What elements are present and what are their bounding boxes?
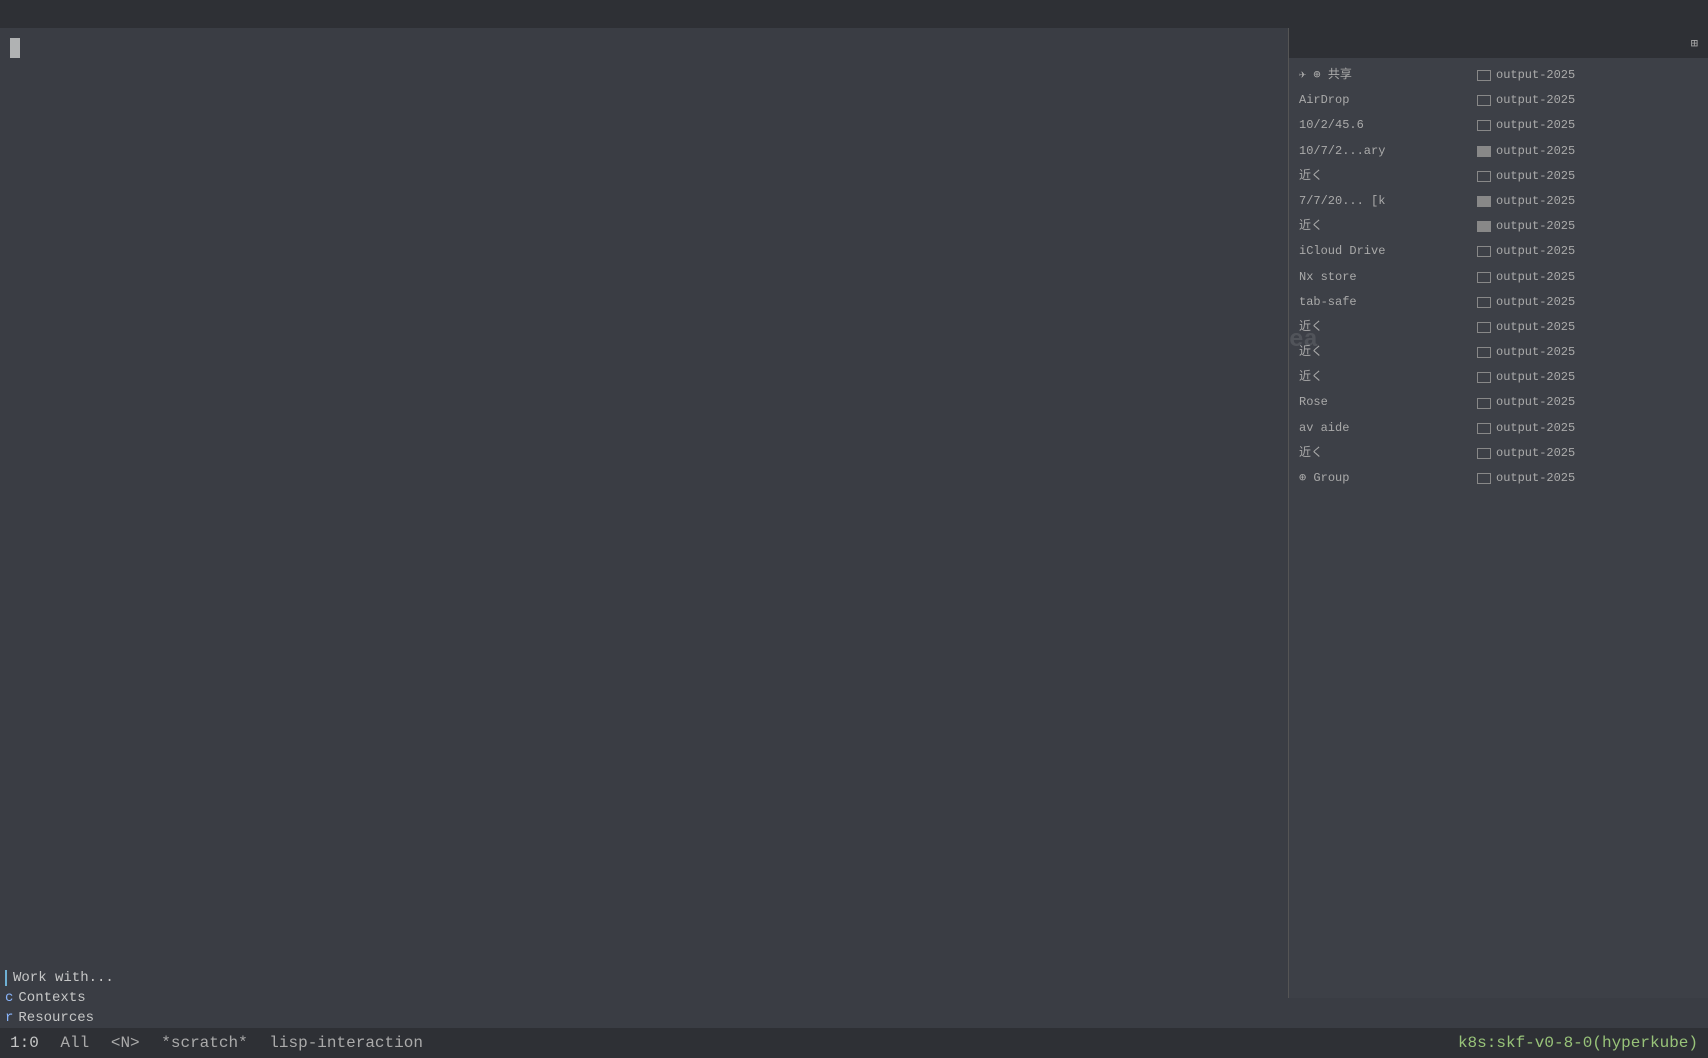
right-panel-header: ⊞ [1289, 28, 1708, 58]
output-item[interactable]: output-2025 [1469, 164, 1708, 189]
file-label: output-2025 [1496, 66, 1575, 85]
folder-item[interactable]: Nx store [1289, 265, 1469, 290]
file-icon [1477, 423, 1491, 434]
file-icon [1477, 70, 1491, 81]
menu-item-key: c [5, 990, 13, 1006]
menu-item-label: Contexts [18, 990, 85, 1006]
folder-item[interactable]: Rose [1289, 390, 1469, 415]
mini-cursor [5, 970, 13, 986]
status-sep4 [254, 1034, 264, 1052]
output-item[interactable]: output-2025 [1469, 63, 1708, 88]
output-item[interactable]: output-2025 [1469, 139, 1708, 164]
right-panel: ⊞ ✈ ⊕ 共享AirDrop10/2/45.610/7/2...ary近く7/… [1288, 28, 1708, 998]
output-item[interactable]: output-2025 [1469, 265, 1708, 290]
status-sep3 [146, 1034, 156, 1052]
file-label: output-2025 [1496, 268, 1575, 287]
file-icon [1477, 398, 1491, 409]
status-sep2 [95, 1034, 105, 1052]
output-item[interactable]: output-2025 [1469, 315, 1708, 340]
status-bar: 1:0 All <N> *scratch* lisp-interaction k… [0, 1028, 1708, 1058]
file-label: output-2025 [1496, 242, 1575, 261]
work-with-menu-item[interactable]: c Contexts [0, 988, 200, 1008]
file-label: output-2025 [1496, 116, 1575, 135]
editor-pane[interactable] [0, 28, 1288, 998]
file-icon [1477, 171, 1491, 182]
file-icon [1477, 221, 1491, 232]
right-header-icon: ⊞ [1691, 36, 1698, 51]
file-icon [1477, 322, 1491, 333]
folder-item[interactable]: AirDrop [1289, 88, 1469, 113]
output-item[interactable]: output-2025 [1469, 365, 1708, 390]
file-icon [1477, 347, 1491, 358]
status-mode: <N> [111, 1034, 140, 1052]
file-label: output-2025 [1496, 444, 1575, 463]
folder-item[interactable]: av aide [1289, 416, 1469, 441]
editor-cursor [10, 38, 20, 58]
output-item[interactable]: output-2025 [1469, 390, 1708, 415]
file-label: output-2025 [1496, 217, 1575, 236]
output-item[interactable]: output-2025 [1469, 239, 1708, 264]
file-label: output-2025 [1496, 142, 1575, 161]
file-label: output-2025 [1496, 167, 1575, 186]
folder-item[interactable]: 近く [1289, 441, 1469, 466]
status-buffer: *scratch* [161, 1034, 247, 1052]
output-item[interactable]: output-2025 [1469, 290, 1708, 315]
file-label: output-2025 [1496, 293, 1575, 312]
menu-item-label: Resources [18, 1010, 94, 1026]
file-icon [1477, 372, 1491, 383]
file-label: output-2025 [1496, 192, 1575, 211]
folder-item[interactable]: tab-safe [1289, 290, 1469, 315]
folder-item[interactable]: iCloud Drive [1289, 239, 1469, 264]
file-icon [1477, 196, 1491, 207]
folder-list: ✈ ⊕ 共享AirDrop10/2/45.610/7/2...ary近く7/7/… [1289, 58, 1469, 998]
file-icon [1477, 297, 1491, 308]
file-label: output-2025 [1496, 469, 1575, 488]
output-item[interactable]: output-2025 [1469, 416, 1708, 441]
status-sep1 [45, 1034, 55, 1052]
file-list-container: ✈ ⊕ 共享AirDrop10/2/45.610/7/2...ary近く7/7/… [1289, 58, 1708, 998]
output-item[interactable]: output-2025 [1469, 466, 1708, 491]
work-with-menu: Work with... c Contexts r Resources [0, 968, 200, 1028]
folder-item[interactable]: 7/7/20... [k [1289, 189, 1469, 214]
folder-item[interactable]: 10/7/2...ary [1289, 139, 1469, 164]
output-item[interactable]: output-2025 [1469, 441, 1708, 466]
file-icon [1477, 246, 1491, 257]
file-icon [1477, 95, 1491, 106]
output-item[interactable]: output-2025 [1469, 340, 1708, 365]
file-label: output-2025 [1496, 343, 1575, 362]
folder-item[interactable]: 10/2/45.6 [1289, 113, 1469, 138]
menu-item-key: r [5, 1010, 13, 1026]
file-icon [1477, 146, 1491, 157]
file-icon [1477, 473, 1491, 484]
status-major-mode: lisp-interaction [269, 1034, 423, 1052]
output-item[interactable]: output-2025 [1469, 214, 1708, 239]
folder-item[interactable]: 近く [1289, 340, 1469, 365]
output-list: output-2025 output-2025 output-2025 output-… [1469, 58, 1708, 998]
status-k8s: k8s:skf-v0-8-0(hyperkube) [1458, 1034, 1698, 1052]
file-label: output-2025 [1496, 91, 1575, 110]
folder-item[interactable]: 近く [1289, 164, 1469, 189]
status-position: 1:0 [10, 1034, 39, 1052]
folder-item[interactable]: ⊕ Group [1289, 466, 1469, 491]
output-item[interactable]: output-2025 [1469, 189, 1708, 214]
output-item[interactable]: output-2025 [1469, 113, 1708, 138]
status-scroll: All [60, 1034, 89, 1052]
file-label: output-2025 [1496, 318, 1575, 337]
folder-item[interactable]: 近く [1289, 214, 1469, 239]
work-with-label: Work with... [13, 970, 114, 986]
work-with-menu-item[interactable]: r Resources [0, 1008, 200, 1028]
file-icon [1477, 448, 1491, 459]
output-item[interactable]: output-2025 [1469, 88, 1708, 113]
file-label: output-2025 [1496, 368, 1575, 387]
work-with-title: Work with... [0, 968, 200, 988]
file-label: output-2025 [1496, 419, 1575, 438]
file-label: output-2025 [1496, 393, 1575, 412]
folder-item[interactable]: 近く [1289, 365, 1469, 390]
file-icon [1477, 120, 1491, 131]
title-bar [0, 0, 1708, 28]
main-area: ⊞ ✈ ⊕ 共享AirDrop10/2/45.610/7/2...ary近く7/… [0, 28, 1708, 998]
file-icon [1477, 272, 1491, 283]
folder-item[interactable]: 近く [1289, 315, 1469, 340]
folder-item[interactable]: ✈ ⊕ 共享 [1289, 63, 1469, 88]
